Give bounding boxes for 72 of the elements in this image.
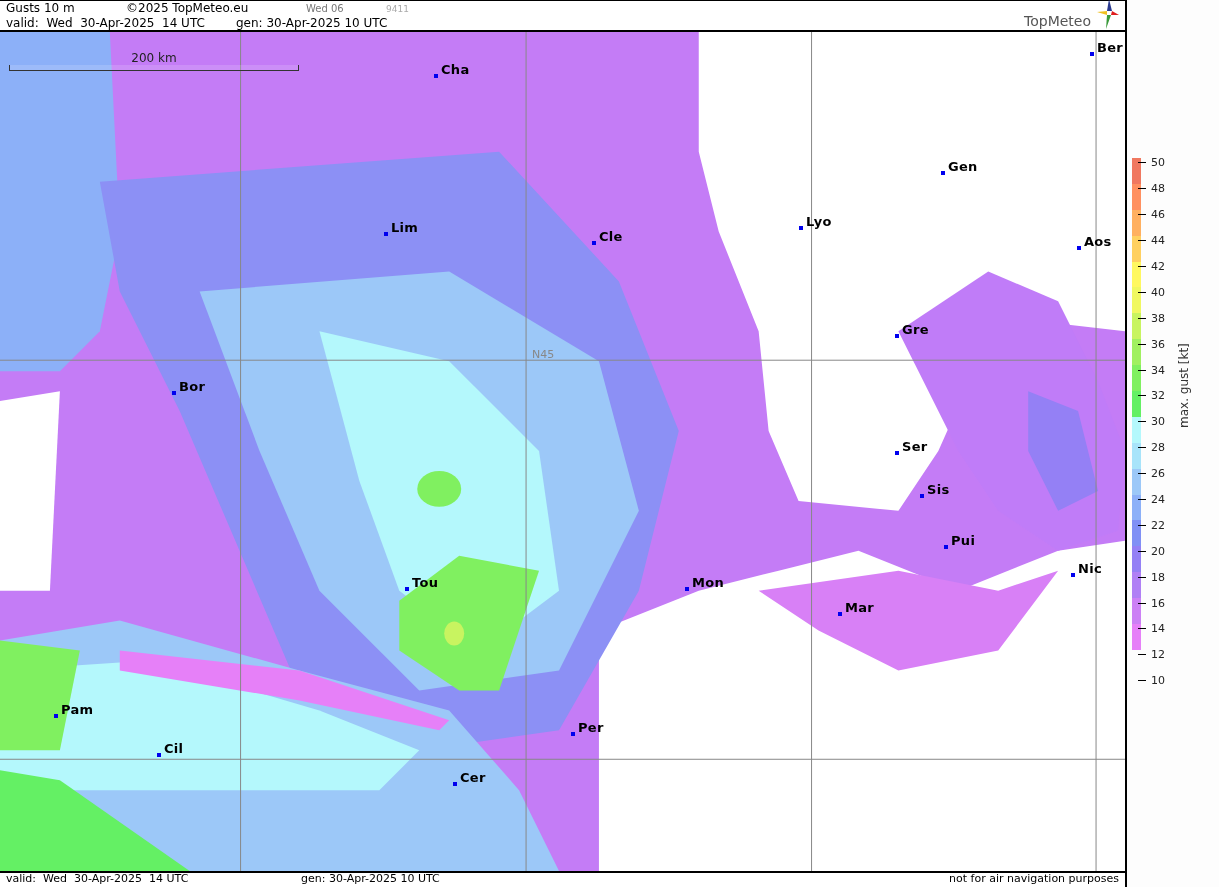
legend-tick-label: 48 xyxy=(1151,182,1165,196)
city-label: Cle xyxy=(599,228,623,244)
city-label: Mar xyxy=(845,599,875,615)
legend-tick-label: 44 xyxy=(1151,234,1165,248)
legend-tick-label: 32 xyxy=(1151,389,1165,403)
city-marker-icon xyxy=(895,334,899,338)
legend-tick-label: 12 xyxy=(1151,648,1165,662)
generated-time-text: gen: 30-Apr-2025 10 UTC xyxy=(236,16,388,31)
city-marker-icon xyxy=(405,587,409,591)
city-label: Cha xyxy=(441,61,470,77)
code-text: 9411 xyxy=(386,3,409,16)
city-marker-icon xyxy=(895,451,899,455)
legend-tick-label: 20 xyxy=(1151,544,1165,558)
city-marker-icon xyxy=(838,612,842,616)
city-marker-icon xyxy=(384,232,388,236)
logo-text: TopMeteo xyxy=(1024,13,1091,29)
city-label: Aos xyxy=(1084,233,1112,249)
city-label: Ber xyxy=(1097,39,1124,55)
city-marker-icon xyxy=(172,391,176,395)
city-marker-icon xyxy=(54,714,58,718)
legend-tick-label: 24 xyxy=(1151,493,1165,506)
city-label: Nic xyxy=(1078,560,1102,576)
chart-title: Gusts 10 m xyxy=(6,1,76,16)
run-day-text: Wed 06 xyxy=(306,2,345,16)
city-marker-icon xyxy=(685,587,689,591)
city-label: Gre xyxy=(902,321,929,337)
city-marker-icon xyxy=(799,226,803,230)
city-label: Lim xyxy=(391,219,419,235)
valid-time-text: valid: Wed 30-Apr-2025 14 UTC xyxy=(6,873,190,887)
city-label: Pui xyxy=(951,532,976,548)
legend-tick-label: 26 xyxy=(1151,467,1165,481)
valid-time-text: valid: Wed 30-Apr-2025 14 UTC xyxy=(6,16,206,31)
legend-tick-label: 16 xyxy=(1151,596,1165,610)
legend-tick-label: 46 xyxy=(1151,208,1165,222)
legend-tick-label: 36 xyxy=(1151,337,1165,351)
city-label: Bor xyxy=(179,378,206,394)
city-label: Cer xyxy=(460,769,486,785)
city-label: Gen xyxy=(948,158,978,174)
copyright-text: ©2025 TopMeteo.eu xyxy=(126,1,250,16)
city-marker-icon xyxy=(920,494,924,498)
legend-tick-label: 18 xyxy=(1151,570,1165,584)
legend-tick-label: 10 xyxy=(1151,674,1165,688)
city-label: Per xyxy=(578,719,604,735)
scale-label: 200 km xyxy=(131,52,177,65)
city-label: Cil xyxy=(164,740,184,756)
legend-tick-label: 42 xyxy=(1151,260,1165,273)
city-marker-icon xyxy=(592,241,596,245)
legend-tick-label: 38 xyxy=(1151,311,1165,325)
city-label: Sis xyxy=(927,481,950,497)
city-marker-icon xyxy=(941,171,945,175)
legend-tick-label: 50 xyxy=(1151,156,1165,170)
city-marker-icon xyxy=(1071,573,1075,577)
legend-tick-label: 22 xyxy=(1151,518,1165,532)
city-marker-icon xyxy=(1077,246,1081,250)
legend-title: max. gust [kt] xyxy=(1177,343,1191,428)
legend-tick-label: 34 xyxy=(1151,363,1165,377)
city-marker-icon xyxy=(1090,52,1094,56)
city-marker-icon xyxy=(157,753,161,757)
city-label: Ser xyxy=(902,438,928,454)
city-label: Lyo xyxy=(806,213,832,229)
city-marker-icon xyxy=(571,732,575,736)
city-label: Mon xyxy=(692,574,725,590)
city-marker-icon xyxy=(453,782,457,786)
city-marker-icon xyxy=(944,545,948,549)
latitude-label: N45 xyxy=(532,348,555,361)
legend-tick-label: 28 xyxy=(1151,441,1165,455)
generated-time-text: gen: 30-Apr-2025 10 UTC xyxy=(301,873,441,887)
legend-tick-label: 40 xyxy=(1151,285,1165,299)
city-marker-icon xyxy=(434,74,438,78)
legend-tick-label: 30 xyxy=(1151,415,1165,429)
disclaimer-text: not for air navigation purposes xyxy=(949,873,1119,887)
legend-tick-label: 14 xyxy=(1151,622,1165,636)
